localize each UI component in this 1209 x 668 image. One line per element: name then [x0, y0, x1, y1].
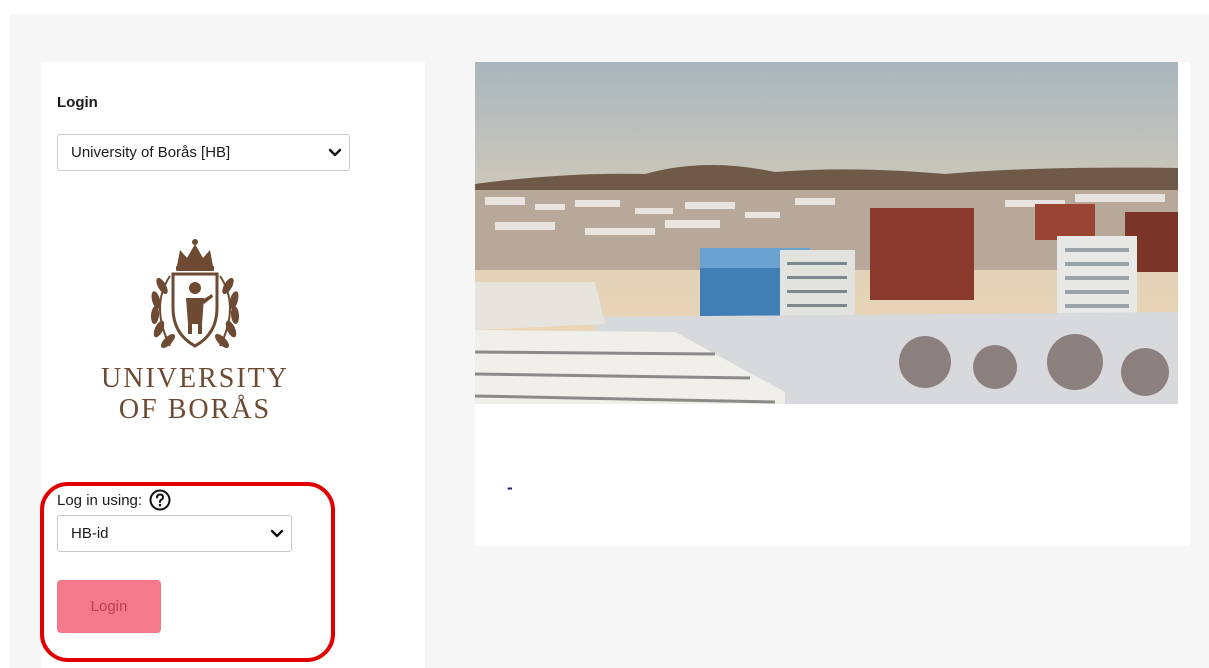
login-heading: Login: [57, 94, 98, 111]
login-method-label: Log in using:: [57, 491, 143, 509]
login-button[interactable]: Login: [57, 580, 161, 633]
question-circle-icon[interactable]: [149, 489, 171, 511]
content-dash-text: -: [507, 478, 513, 497]
chevron-down-icon: [270, 529, 284, 537]
logo-text-line1: UNIVERSITY: [101, 363, 289, 394]
login-method-select-value: HB-id: [71, 525, 109, 542]
chevron-down-icon: [328, 148, 342, 156]
campus-photo: [475, 62, 1178, 404]
logo-text-line2: OF BORÅS: [118, 394, 272, 425]
organization-select-value: University of Borås [HB]: [71, 144, 231, 161]
login-method-label-row: Log in using:: [57, 489, 171, 511]
organization-select[interactable]: University of Borås [HB]: [57, 134, 350, 171]
university-crest-icon: [150, 239, 240, 348]
login-method-select[interactable]: HB-id: [57, 515, 292, 552]
